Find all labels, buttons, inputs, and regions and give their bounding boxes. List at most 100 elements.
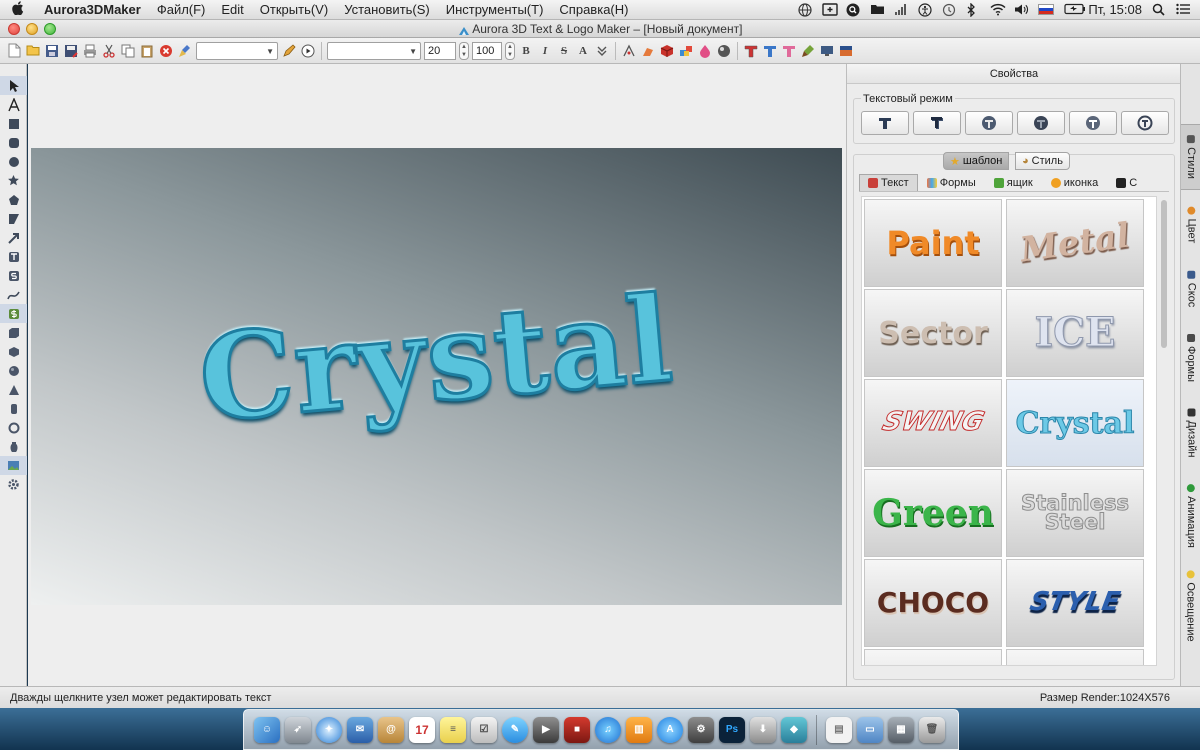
star-tool-icon[interactable] bbox=[0, 171, 27, 190]
cut-icon[interactable] bbox=[101, 43, 117, 59]
sphere-tool-icon[interactable] bbox=[0, 361, 27, 380]
text-mode-extrude-button[interactable] bbox=[913, 111, 961, 135]
globe-icon[interactable] bbox=[798, 3, 812, 17]
style-segment-button[interactable]: ◕ Стиль bbox=[1015, 152, 1070, 170]
cube-red-icon[interactable] bbox=[659, 43, 675, 59]
notes-icon[interactable]: ≡ bbox=[440, 716, 466, 743]
side-tab-bevel[interactable]: Скос bbox=[1181, 260, 1200, 318]
side-tab-color[interactable]: Цвет bbox=[1181, 196, 1200, 254]
tab-shapes[interactable]: Формы bbox=[918, 174, 985, 191]
text-style-1-icon[interactable] bbox=[743, 43, 759, 59]
canvas-workspace[interactable]: Crystal bbox=[28, 64, 846, 686]
stack-folder-icon[interactable]: ▦ bbox=[888, 716, 914, 743]
torus-tool-icon[interactable] bbox=[0, 418, 27, 437]
image-tool-icon[interactable] bbox=[0, 456, 27, 475]
template-thumb-partial-1[interactable] bbox=[864, 649, 1002, 665]
text-style-3-icon[interactable] bbox=[781, 43, 797, 59]
template-thumb-metal[interactable]: Metal bbox=[1006, 199, 1144, 287]
select-arrow-icon[interactable] bbox=[0, 76, 27, 95]
calendar-icon[interactable]: 17 bbox=[409, 716, 435, 743]
side-tab-animation[interactable]: Анимация bbox=[1181, 474, 1200, 558]
strikethrough-button[interactable]: S bbox=[556, 43, 572, 59]
caps-button[interactable]: A bbox=[575, 43, 591, 59]
settings-gear-icon[interactable] bbox=[0, 475, 27, 494]
zoom-input[interactable]: 100 bbox=[472, 41, 502, 60]
screen-capture-icon[interactable] bbox=[822, 3, 839, 16]
side-tab-lighting[interactable]: Освещение bbox=[1181, 564, 1200, 648]
itunes-icon[interactable]: ♫ bbox=[595, 716, 621, 743]
arrow-tool-icon[interactable] bbox=[0, 228, 27, 247]
gallery-scrollbar[interactable] bbox=[1159, 196, 1169, 666]
menu-help[interactable]: Справка(H) bbox=[551, 2, 636, 17]
ibooks-icon[interactable]: ▥ bbox=[626, 716, 652, 743]
input-language-flag-icon[interactable] bbox=[1038, 4, 1055, 15]
rectangle-tool-icon[interactable] bbox=[0, 114, 27, 133]
menu-open[interactable]: Открыть(V) bbox=[252, 2, 336, 17]
polygon-tool-icon[interactable] bbox=[0, 190, 27, 209]
rounded-rect-tool-icon[interactable] bbox=[0, 133, 27, 152]
cone-tool-icon[interactable] bbox=[0, 380, 27, 399]
search-badge-icon[interactable] bbox=[846, 3, 860, 17]
screen-icon[interactable] bbox=[819, 43, 835, 59]
menu-app-name[interactable]: Aurora3DMaker bbox=[36, 2, 149, 17]
double-chevron-down-icon[interactable] bbox=[594, 43, 610, 59]
template-thumb-crystal[interactable]: Crystal bbox=[1006, 379, 1144, 467]
transform-icon[interactable] bbox=[640, 43, 656, 59]
zoom-stepper[interactable]: ▲ ▼ bbox=[505, 41, 515, 60]
tab-more[interactable]: С bbox=[1107, 174, 1146, 191]
tab-box[interactable]: ящик bbox=[985, 174, 1042, 191]
photoshop-icon[interactable]: Ps bbox=[719, 716, 745, 743]
template-thumb-ice[interactable]: ICE bbox=[1006, 289, 1144, 377]
template-thumb-paint[interactable]: Paint bbox=[864, 199, 1002, 287]
open-folder-icon[interactable] bbox=[25, 43, 41, 59]
paint-drop-icon[interactable] bbox=[697, 43, 713, 59]
text-mode-flat-button[interactable] bbox=[861, 111, 909, 135]
tab-icon[interactable]: иконка bbox=[1042, 174, 1107, 191]
cylinder-tool-icon[interactable] bbox=[0, 399, 27, 418]
copy-icon[interactable] bbox=[120, 43, 136, 59]
menu-tools[interactable]: Инструменты(T) bbox=[438, 2, 552, 17]
battery-icon[interactable] bbox=[1064, 3, 1086, 16]
safari-icon[interactable]: ✦ bbox=[316, 716, 342, 743]
photo-booth-icon[interactable]: ■ bbox=[564, 716, 590, 743]
new-document-icon[interactable] bbox=[6, 43, 22, 59]
ellipse-tool-icon[interactable] bbox=[0, 152, 27, 171]
cube-tool-icon[interactable] bbox=[0, 342, 27, 361]
mail-stamp-icon[interactable]: ✉ bbox=[347, 716, 373, 743]
reminders-icon[interactable]: ☑ bbox=[471, 716, 497, 743]
text-mode-ring-button[interactable] bbox=[1121, 111, 1169, 135]
render-scene[interactable]: Crystal bbox=[31, 148, 842, 605]
template-thumb-choco[interactable]: CHOCO bbox=[864, 559, 1002, 647]
bluetooth-icon[interactable] bbox=[966, 2, 980, 18]
align-tool-icon[interactable] bbox=[621, 43, 637, 59]
menu-edit[interactable]: Edit bbox=[213, 2, 251, 17]
accessibility-icon[interactable] bbox=[918, 3, 932, 17]
messages-icon[interactable]: ✎ bbox=[502, 716, 528, 743]
template-thumb-style[interactable]: STYLE bbox=[1006, 559, 1144, 647]
font-size-stepper[interactable]: ▲ ▼ bbox=[459, 41, 469, 60]
menu-settings[interactable]: Установить(S) bbox=[336, 2, 438, 17]
spotlight-search-icon[interactable] bbox=[1152, 3, 1166, 16]
facetime-icon[interactable]: ▶ bbox=[533, 716, 559, 743]
sphere-icon[interactable] bbox=[716, 43, 732, 59]
delete-icon[interactable] bbox=[158, 43, 174, 59]
vase-tool-icon[interactable] bbox=[0, 437, 27, 456]
contacts-icon[interactable]: @ bbox=[378, 716, 404, 743]
shape-tool-icon[interactable] bbox=[0, 209, 27, 228]
font-size-input[interactable]: 20 bbox=[424, 41, 456, 60]
extrude-box-icon[interactable] bbox=[0, 323, 27, 342]
text-mode-bevel-button[interactable] bbox=[1017, 111, 1065, 135]
time-machine-icon[interactable] bbox=[942, 3, 956, 17]
folder-icon[interactable] bbox=[870, 3, 885, 16]
save-as-icon[interactable] bbox=[63, 43, 79, 59]
italic-button[interactable]: I bbox=[537, 43, 553, 59]
launchpad-rocket-icon[interactable]: ➶ bbox=[285, 716, 311, 743]
template-thumb-stainless-steel[interactable]: Stainless Steel bbox=[1006, 469, 1144, 557]
document-icon[interactable]: ▤ bbox=[826, 716, 852, 743]
notification-center-icon[interactable] bbox=[1176, 3, 1190, 16]
paste-icon[interactable] bbox=[139, 43, 155, 59]
system-preferences-icon[interactable]: ⚙ bbox=[688, 716, 714, 743]
save-icon[interactable] bbox=[44, 43, 60, 59]
finder-icon[interactable]: ☺ bbox=[254, 716, 280, 743]
symbol-tool-icon[interactable] bbox=[0, 266, 27, 285]
